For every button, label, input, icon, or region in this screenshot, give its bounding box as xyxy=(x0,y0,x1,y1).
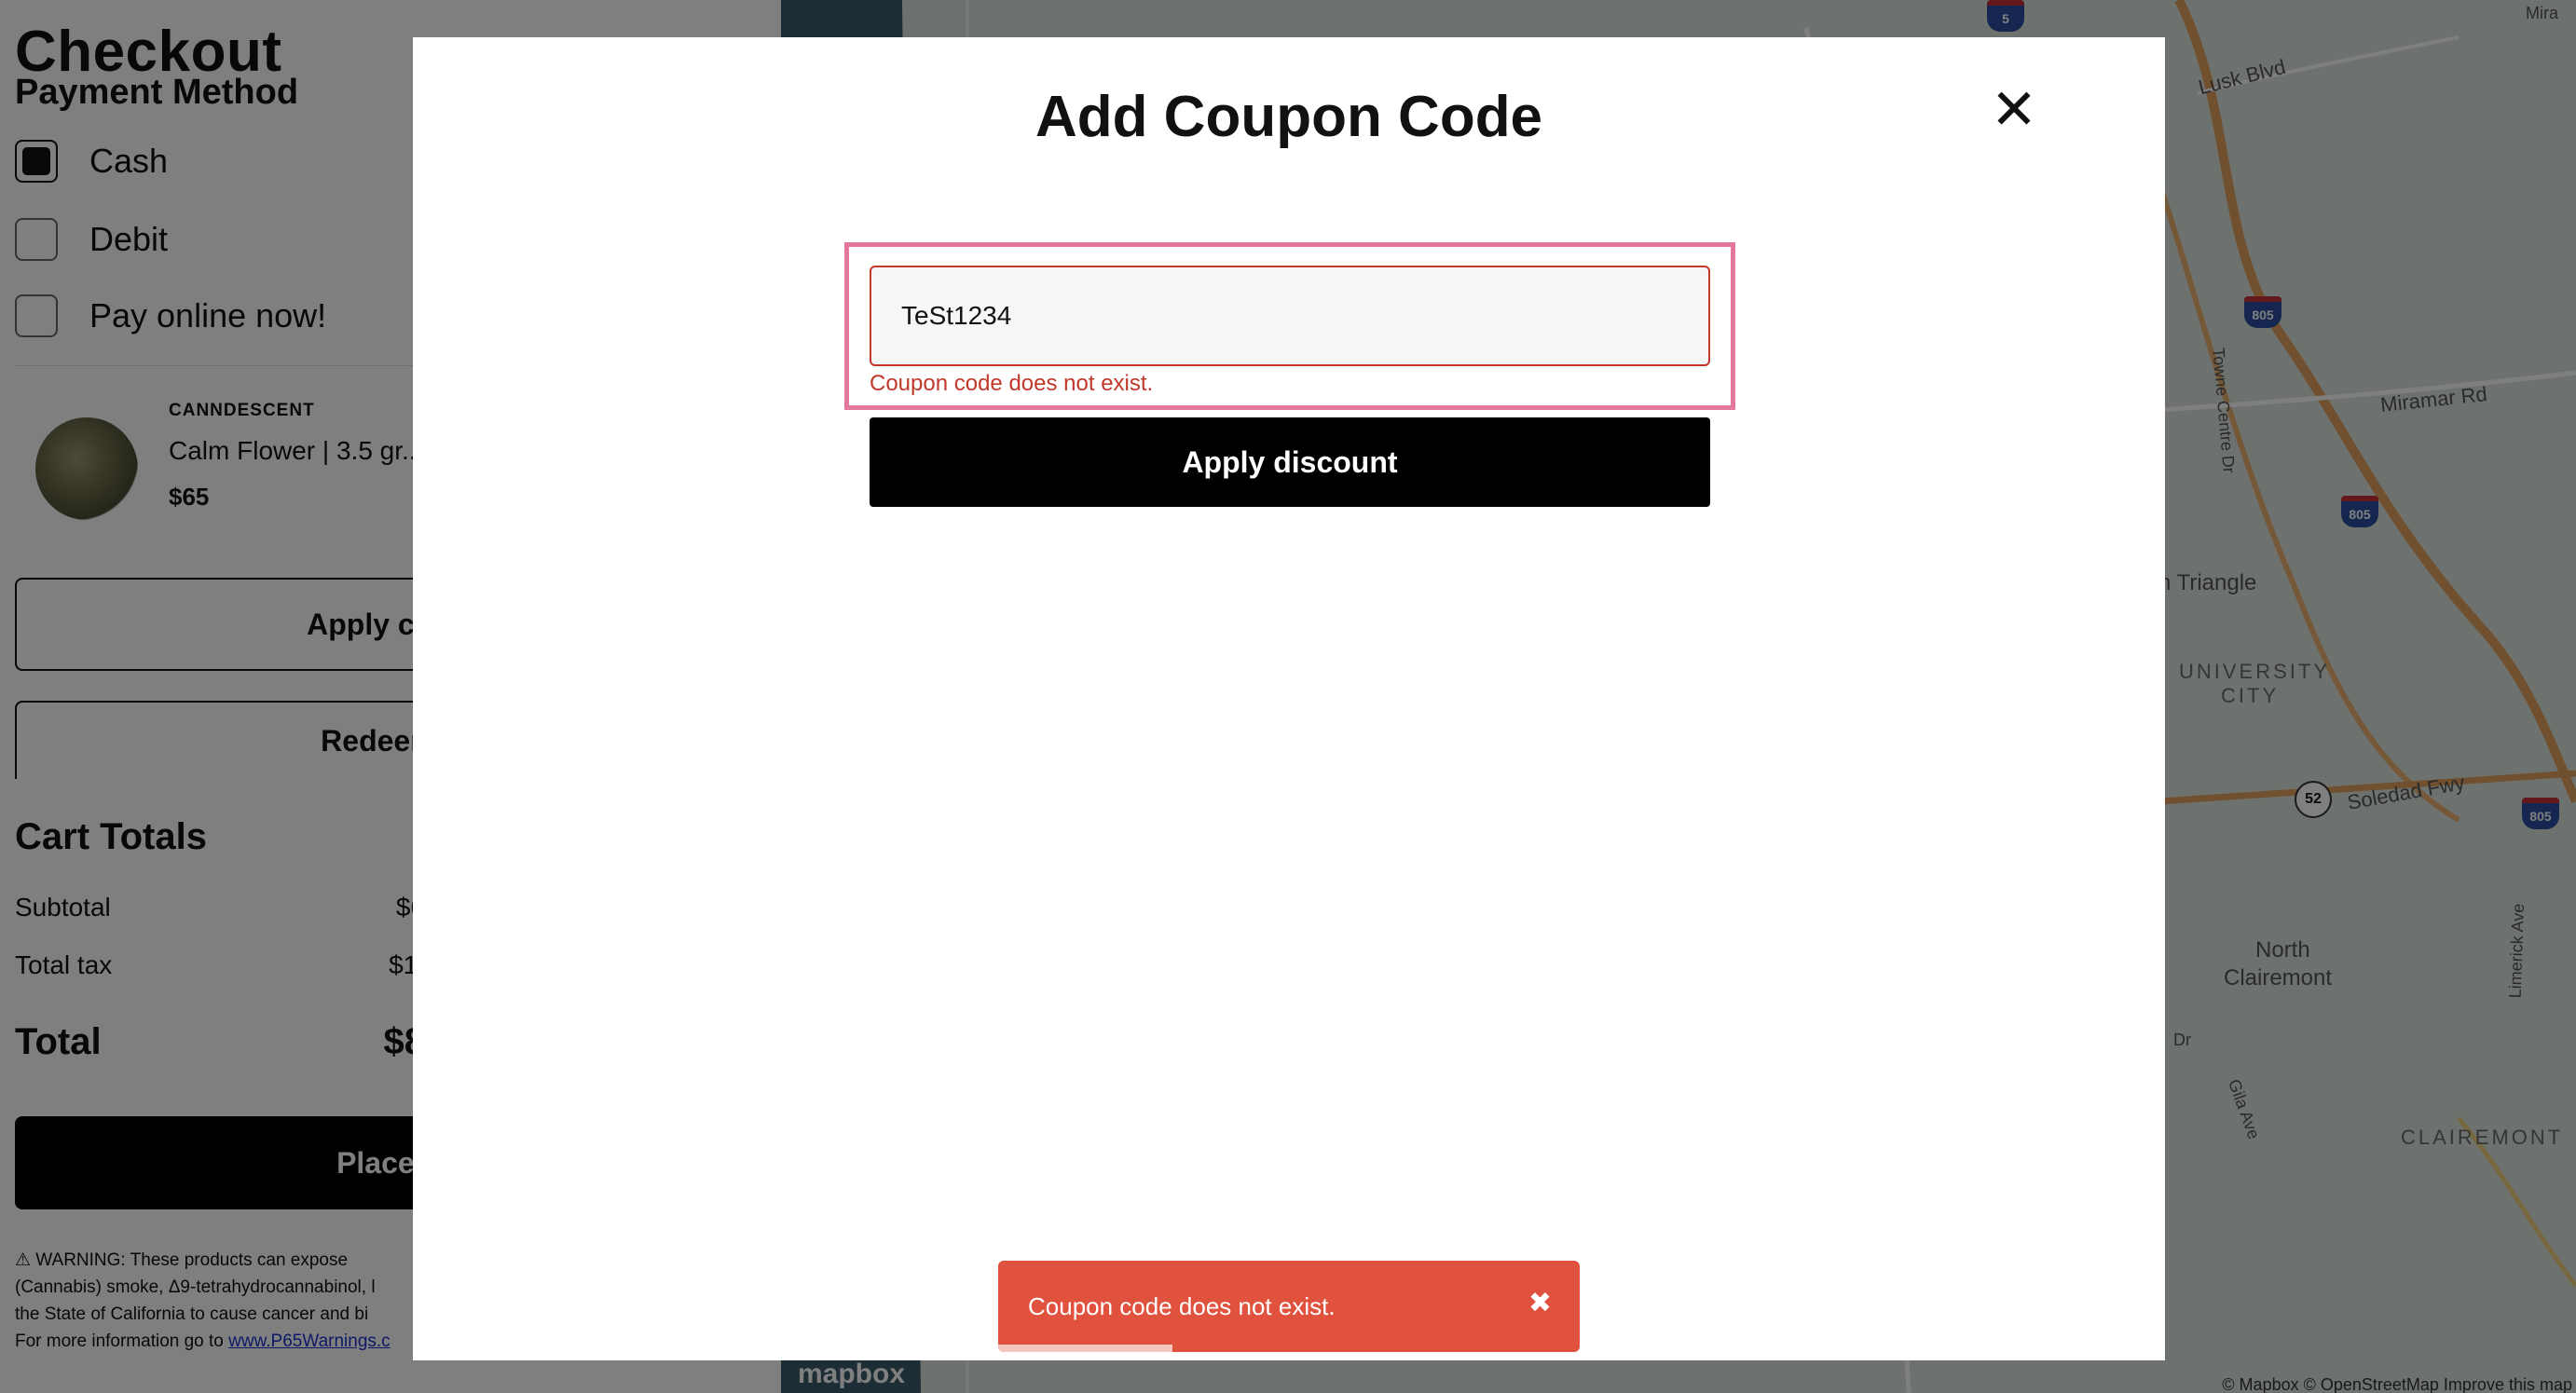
apply-discount-button[interactable]: Apply discount xyxy=(870,417,1710,507)
toast-progress-bar xyxy=(998,1345,1173,1352)
coupon-modal: Add Coupon Code ✕ Coupon code does not e… xyxy=(413,37,2165,1360)
error-toast: Coupon code does not exist. ✖ xyxy=(998,1261,1580,1352)
coupon-code-input[interactable] xyxy=(870,266,1710,366)
close-icon[interactable]: ✕ xyxy=(1988,82,2040,138)
toast-message: Coupon code does not exist. xyxy=(1028,1292,1336,1320)
coupon-error-message: Coupon code does not exist. xyxy=(870,371,1154,396)
modal-title: Add Coupon Code xyxy=(1035,85,1543,149)
close-icon[interactable]: ✖ xyxy=(1528,1287,1552,1319)
